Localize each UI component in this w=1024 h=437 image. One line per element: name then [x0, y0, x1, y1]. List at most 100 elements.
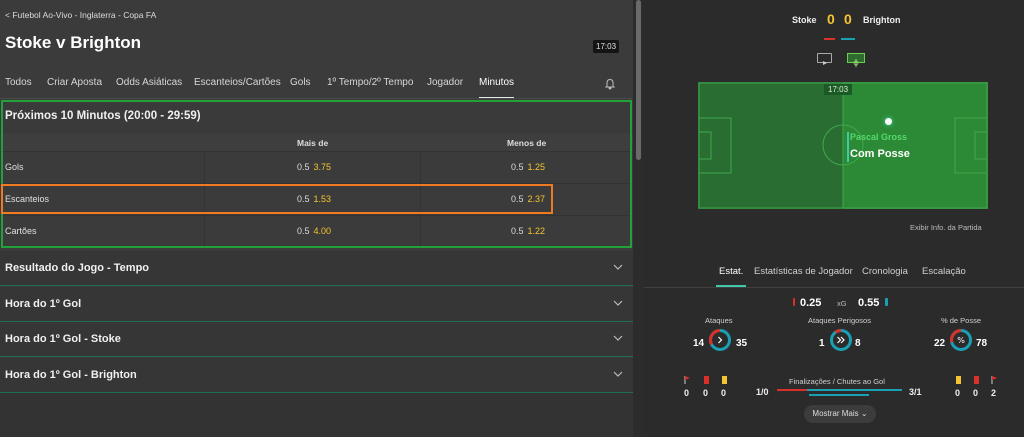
xg-away-bar: [885, 298, 888, 306]
stat-home: 22: [934, 338, 946, 349]
corner-flag-icon: [991, 376, 997, 384]
col-over: Mais de: [297, 138, 329, 148]
tab-escalacao[interactable]: Escalação: [922, 266, 966, 277]
finalizacoes-home: 1/0: [756, 387, 769, 397]
match-panel: Stoke 0 0 Brighton 17:03 Pascal Gross Co…: [644, 0, 1024, 437]
away-color-bar: [841, 38, 855, 40]
market-tabs: Todos Criar Aposta Odds Asiáticas Escant…: [0, 69, 633, 99]
player-name: Pascal Gross: [850, 132, 908, 142]
section-title: Hora do 1º Gol - Brighton: [5, 369, 137, 381]
video-icon[interactable]: [817, 53, 832, 65]
col-under: Menos de: [507, 138, 547, 148]
breadcrumb[interactable]: < Futebol Ao-Vivo - Inglaterra - Copa FA: [5, 10, 156, 20]
section-title: Próximos 10 Minutos (20:00 - 29:59): [5, 110, 201, 122]
tab-odds-asiaticas[interactable]: Odds Asiáticas: [116, 77, 182, 88]
row-label: Gols: [5, 162, 24, 172]
red-card-icon: [974, 376, 979, 384]
pitch-lines: [698, 82, 988, 209]
yellow-card-icon: [956, 376, 961, 384]
tab-jogador[interactable]: Jogador: [427, 77, 463, 88]
section-hora-1-gol-brighton[interactable]: Hora do 1º Gol - Brighton: [0, 358, 633, 393]
tab-divider: [0, 98, 633, 99]
section-next-10-min-header[interactable]: Próximos 10 Minutos (20:00 - 29:59): [0, 100, 633, 133]
away-red-cards: 0: [973, 388, 979, 398]
bell-icon[interactable]: [604, 77, 616, 90]
odd-under[interactable]: 0.5 2.37: [511, 194, 545, 204]
home-corners: 0: [684, 388, 690, 398]
chevron-down-icon: [613, 335, 623, 341]
xg-home: 0.25: [800, 297, 822, 309]
away-team: Brighton: [863, 15, 901, 25]
odd-over[interactable]: 0.5 4.00: [297, 226, 331, 236]
odd-over[interactable]: 0.5 1.53: [297, 194, 331, 204]
column-headers: Mais de Menos de: [0, 133, 633, 151]
chevron-down-icon: [613, 264, 623, 270]
svg-text:%: %: [957, 336, 965, 345]
tab-cronologia[interactable]: Cronologia: [862, 266, 908, 277]
pitch-visual: 17:03: [698, 82, 988, 209]
chevron-down-icon: [613, 300, 623, 306]
home-score: 0: [827, 11, 835, 27]
section-resultado-tempo[interactable]: Resultado do Jogo - Tempo: [0, 251, 633, 286]
tab-gols[interactable]: Gols: [290, 77, 311, 88]
attacks-icon: [709, 329, 731, 351]
red-card-icon: [704, 376, 709, 384]
possession-icon: %: [950, 329, 972, 351]
tab-estat[interactable]: Estat.: [715, 266, 747, 287]
tab-todos[interactable]: Todos: [5, 77, 32, 88]
market-row-gols: Gols 0.5 3.75 0.5 1.25: [0, 151, 633, 184]
section-hora-1-gol-stoke[interactable]: Hora do 1º Gol - Stoke: [0, 322, 633, 357]
dangerous-attacks-icon: [830, 329, 852, 351]
left-bottom-area: [0, 393, 633, 437]
tab-escanteios-cartoes[interactable]: Escanteios/Cartões: [194, 77, 281, 88]
odd-over[interactable]: 0.5 3.75: [297, 162, 331, 172]
finalizacoes-label: Finalizações / Chutes ao Gol: [789, 377, 885, 386]
chevron-down-icon: [613, 371, 623, 377]
home-team: Stoke: [792, 15, 817, 25]
odd-under[interactable]: 0.5 1.22: [511, 226, 545, 236]
scrollbar-thumb[interactable]: [636, 0, 641, 160]
away-score: 0: [844, 11, 852, 27]
tab-tempo[interactable]: 1º Tempo/2º Tempo: [327, 77, 413, 88]
stat-home: 14: [693, 338, 705, 349]
tab-criar-aposta[interactable]: Criar Aposta: [47, 77, 102, 88]
stat-home: 1: [819, 338, 825, 349]
odd-under[interactable]: 0.5 1.25: [511, 162, 545, 172]
home-color-bar: [824, 38, 835, 40]
corner-flag-icon: [684, 376, 690, 384]
section-title: Hora do 1º Gol - Stoke: [5, 333, 121, 345]
ball-icon: [885, 118, 892, 125]
page: < Futebol Ao-Vivo - Inglaterra - Copa FA…: [0, 0, 1024, 437]
pitch-clock: 17:03: [824, 84, 853, 95]
stat-away: 35: [736, 338, 748, 349]
possession-marker: [847, 132, 849, 162]
match-info-link[interactable]: Exibir Info. da Partida: [910, 223, 982, 232]
match-clock: 17:03: [593, 40, 620, 53]
stat-label-posse: % de Posse: [941, 316, 982, 325]
stat-label-perigosos: Ataques Perigosos: [808, 316, 871, 325]
shots-away-bar: [807, 389, 902, 391]
pitch-view-icon[interactable]: [847, 53, 865, 67]
row-label: Escanteios: [5, 194, 50, 204]
stat-label-ataques: Ataques: [705, 316, 733, 325]
market-row-escanteios: Escanteios 0.5 1.53 0.5 2.37: [0, 183, 633, 216]
show-more-button[interactable]: Mostrar Mais ⌄: [804, 405, 876, 423]
chevron-down-icon: ⌄: [860, 409, 868, 418]
on-target-away-bar: [809, 394, 869, 396]
market-row-cartoes: Cartões 0.5 4.00 0.5 1.22: [0, 215, 633, 248]
section-hora-1-gol[interactable]: Hora do 1º Gol: [0, 287, 633, 322]
section-title: Hora do 1º Gol: [5, 298, 82, 310]
markets-panel: < Futebol Ao-Vivo - Inglaterra - Copa FA…: [0, 0, 633, 437]
tab-minutos[interactable]: Minutos: [479, 77, 515, 99]
xg-home-bar: [793, 298, 795, 306]
scoreboard: Stoke 0 0 Brighton: [644, 0, 1024, 40]
row-label: Cartões: [5, 226, 37, 236]
stats-tabs: Estat. Estatísticas de Jogador Cronologi…: [644, 262, 1024, 287]
section-title: Resultado do Jogo - Tempo: [5, 262, 150, 274]
finalizacoes-away: 3/1: [909, 387, 922, 397]
shots-home-bar: [777, 389, 807, 391]
possession-status: Com Posse: [850, 148, 910, 160]
tab-estat-jogador[interactable]: Estatísticas de Jogador: [754, 266, 853, 277]
home-yellow-cards: 0: [721, 388, 727, 398]
away-yellow-cards: 0: [955, 388, 961, 398]
